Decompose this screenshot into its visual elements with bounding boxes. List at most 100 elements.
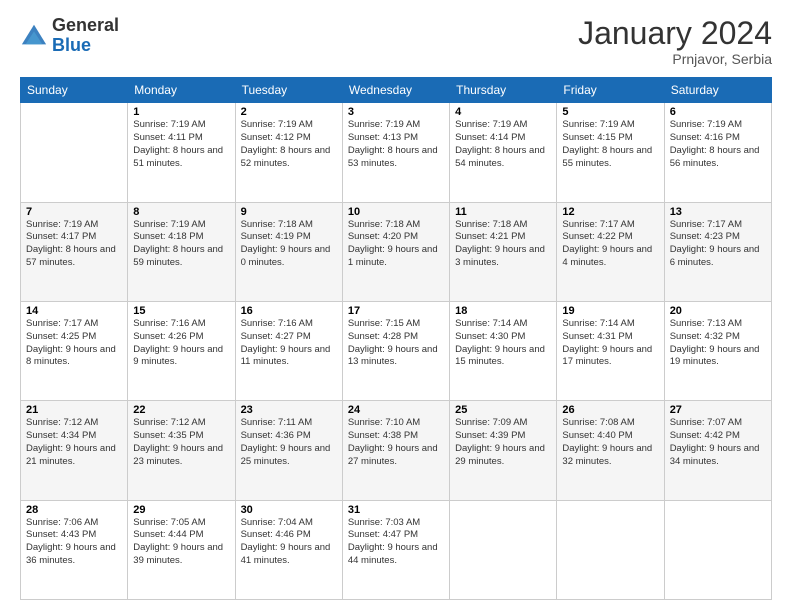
day-info: Sunrise: 7:08 AMSunset: 4:40 PMDaylight:… <box>562 417 658 468</box>
day-info: Sunrise: 7:14 AMSunset: 4:31 PMDaylight:… <box>562 318 658 369</box>
col-thursday: Thursday <box>450 78 557 103</box>
day-info: Sunrise: 7:18 AMSunset: 4:21 PMDaylight:… <box>455 219 551 270</box>
table-row: 26Sunrise: 7:08 AMSunset: 4:40 PMDayligh… <box>557 401 664 500</box>
title-block: January 2024 Prnjavor, Serbia <box>578 16 772 67</box>
day-info: Sunrise: 7:10 AMSunset: 4:38 PMDaylight:… <box>348 417 444 468</box>
day-info: Sunrise: 7:19 AMSunset: 4:13 PMDaylight:… <box>348 119 444 170</box>
day-info: Sunrise: 7:04 AMSunset: 4:46 PMDaylight:… <box>241 517 337 568</box>
location-subtitle: Prnjavor, Serbia <box>578 51 772 67</box>
table-row: 28Sunrise: 7:06 AMSunset: 4:43 PMDayligh… <box>21 500 128 599</box>
day-number: 14 <box>26 305 122 317</box>
day-number: 10 <box>348 206 444 218</box>
table-row: 1Sunrise: 7:19 AMSunset: 4:11 PMDaylight… <box>128 103 235 202</box>
col-friday: Friday <box>557 78 664 103</box>
table-row: 8Sunrise: 7:19 AMSunset: 4:18 PMDaylight… <box>128 202 235 301</box>
logo-general-text: General <box>52 16 119 36</box>
table-row: 5Sunrise: 7:19 AMSunset: 4:15 PMDaylight… <box>557 103 664 202</box>
calendar-week-row: 1Sunrise: 7:19 AMSunset: 4:11 PMDaylight… <box>21 103 772 202</box>
calendar-week-row: 7Sunrise: 7:19 AMSunset: 4:17 PMDaylight… <box>21 202 772 301</box>
calendar-week-row: 28Sunrise: 7:06 AMSunset: 4:43 PMDayligh… <box>21 500 772 599</box>
table-row: 29Sunrise: 7:05 AMSunset: 4:44 PMDayligh… <box>128 500 235 599</box>
table-row <box>450 500 557 599</box>
day-number: 18 <box>455 305 551 317</box>
day-number: 15 <box>133 305 229 317</box>
logo-text: General Blue <box>52 16 119 56</box>
day-number: 28 <box>26 504 122 516</box>
day-number: 22 <box>133 404 229 416</box>
month-title: January 2024 <box>578 16 772 51</box>
day-number: 16 <box>241 305 337 317</box>
day-number: 11 <box>455 206 551 218</box>
logo-blue-text: Blue <box>52 36 119 56</box>
day-info: Sunrise: 7:17 AMSunset: 4:23 PMDaylight:… <box>670 219 766 270</box>
day-info: Sunrise: 7:14 AMSunset: 4:30 PMDaylight:… <box>455 318 551 369</box>
table-row <box>557 500 664 599</box>
table-row: 7Sunrise: 7:19 AMSunset: 4:17 PMDaylight… <box>21 202 128 301</box>
day-info: Sunrise: 7:09 AMSunset: 4:39 PMDaylight:… <box>455 417 551 468</box>
table-row: 10Sunrise: 7:18 AMSunset: 4:20 PMDayligh… <box>342 202 449 301</box>
day-number: 7 <box>26 206 122 218</box>
col-tuesday: Tuesday <box>235 78 342 103</box>
day-info: Sunrise: 7:19 AMSunset: 4:14 PMDaylight:… <box>455 119 551 170</box>
day-info: Sunrise: 7:19 AMSunset: 4:12 PMDaylight:… <box>241 119 337 170</box>
logo-icon <box>20 22 48 50</box>
day-number: 1 <box>133 106 229 118</box>
day-info: Sunrise: 7:18 AMSunset: 4:19 PMDaylight:… <box>241 219 337 270</box>
table-row: 27Sunrise: 7:07 AMSunset: 4:42 PMDayligh… <box>664 401 771 500</box>
day-number: 3 <box>348 106 444 118</box>
day-info: Sunrise: 7:19 AMSunset: 4:11 PMDaylight:… <box>133 119 229 170</box>
table-row: 31Sunrise: 7:03 AMSunset: 4:47 PMDayligh… <box>342 500 449 599</box>
day-info: Sunrise: 7:19 AMSunset: 4:16 PMDaylight:… <box>670 119 766 170</box>
day-number: 19 <box>562 305 658 317</box>
day-info: Sunrise: 7:18 AMSunset: 4:20 PMDaylight:… <box>348 219 444 270</box>
day-number: 8 <box>133 206 229 218</box>
table-row: 25Sunrise: 7:09 AMSunset: 4:39 PMDayligh… <box>450 401 557 500</box>
day-info: Sunrise: 7:11 AMSunset: 4:36 PMDaylight:… <box>241 417 337 468</box>
table-row: 14Sunrise: 7:17 AMSunset: 4:25 PMDayligh… <box>21 301 128 400</box>
calendar-week-row: 21Sunrise: 7:12 AMSunset: 4:34 PMDayligh… <box>21 401 772 500</box>
day-number: 23 <box>241 404 337 416</box>
day-info: Sunrise: 7:17 AMSunset: 4:25 PMDaylight:… <box>26 318 122 369</box>
table-row: 21Sunrise: 7:12 AMSunset: 4:34 PMDayligh… <box>21 401 128 500</box>
day-info: Sunrise: 7:06 AMSunset: 4:43 PMDaylight:… <box>26 517 122 568</box>
page: General Blue January 2024 Prnjavor, Serb… <box>0 0 792 612</box>
table-row: 18Sunrise: 7:14 AMSunset: 4:30 PMDayligh… <box>450 301 557 400</box>
day-info: Sunrise: 7:03 AMSunset: 4:47 PMDaylight:… <box>348 517 444 568</box>
day-info: Sunrise: 7:12 AMSunset: 4:35 PMDaylight:… <box>133 417 229 468</box>
calendar-week-row: 14Sunrise: 7:17 AMSunset: 4:25 PMDayligh… <box>21 301 772 400</box>
table-row: 11Sunrise: 7:18 AMSunset: 4:21 PMDayligh… <box>450 202 557 301</box>
day-number: 2 <box>241 106 337 118</box>
day-number: 13 <box>670 206 766 218</box>
col-saturday: Saturday <box>664 78 771 103</box>
col-wednesday: Wednesday <box>342 78 449 103</box>
day-info: Sunrise: 7:13 AMSunset: 4:32 PMDaylight:… <box>670 318 766 369</box>
day-number: 31 <box>348 504 444 516</box>
table-row: 15Sunrise: 7:16 AMSunset: 4:26 PMDayligh… <box>128 301 235 400</box>
day-number: 5 <box>562 106 658 118</box>
col-monday: Monday <box>128 78 235 103</box>
day-number: 12 <box>562 206 658 218</box>
day-info: Sunrise: 7:07 AMSunset: 4:42 PMDaylight:… <box>670 417 766 468</box>
day-number: 17 <box>348 305 444 317</box>
table-row: 13Sunrise: 7:17 AMSunset: 4:23 PMDayligh… <box>664 202 771 301</box>
table-row: 9Sunrise: 7:18 AMSunset: 4:19 PMDaylight… <box>235 202 342 301</box>
day-number: 4 <box>455 106 551 118</box>
day-number: 20 <box>670 305 766 317</box>
day-info: Sunrise: 7:15 AMSunset: 4:28 PMDaylight:… <box>348 318 444 369</box>
table-row: 22Sunrise: 7:12 AMSunset: 4:35 PMDayligh… <box>128 401 235 500</box>
table-row <box>21 103 128 202</box>
day-info: Sunrise: 7:05 AMSunset: 4:44 PMDaylight:… <box>133 517 229 568</box>
day-info: Sunrise: 7:19 AMSunset: 4:15 PMDaylight:… <box>562 119 658 170</box>
day-info: Sunrise: 7:16 AMSunset: 4:27 PMDaylight:… <box>241 318 337 369</box>
calendar-table: Sunday Monday Tuesday Wednesday Thursday… <box>20 77 772 600</box>
table-row: 20Sunrise: 7:13 AMSunset: 4:32 PMDayligh… <box>664 301 771 400</box>
calendar-header-row: Sunday Monday Tuesday Wednesday Thursday… <box>21 78 772 103</box>
day-info: Sunrise: 7:17 AMSunset: 4:22 PMDaylight:… <box>562 219 658 270</box>
table-row: 12Sunrise: 7:17 AMSunset: 4:22 PMDayligh… <box>557 202 664 301</box>
table-row <box>664 500 771 599</box>
day-number: 25 <box>455 404 551 416</box>
header: General Blue January 2024 Prnjavor, Serb… <box>20 16 772 67</box>
col-sunday: Sunday <box>21 78 128 103</box>
day-number: 6 <box>670 106 766 118</box>
table-row: 30Sunrise: 7:04 AMSunset: 4:46 PMDayligh… <box>235 500 342 599</box>
